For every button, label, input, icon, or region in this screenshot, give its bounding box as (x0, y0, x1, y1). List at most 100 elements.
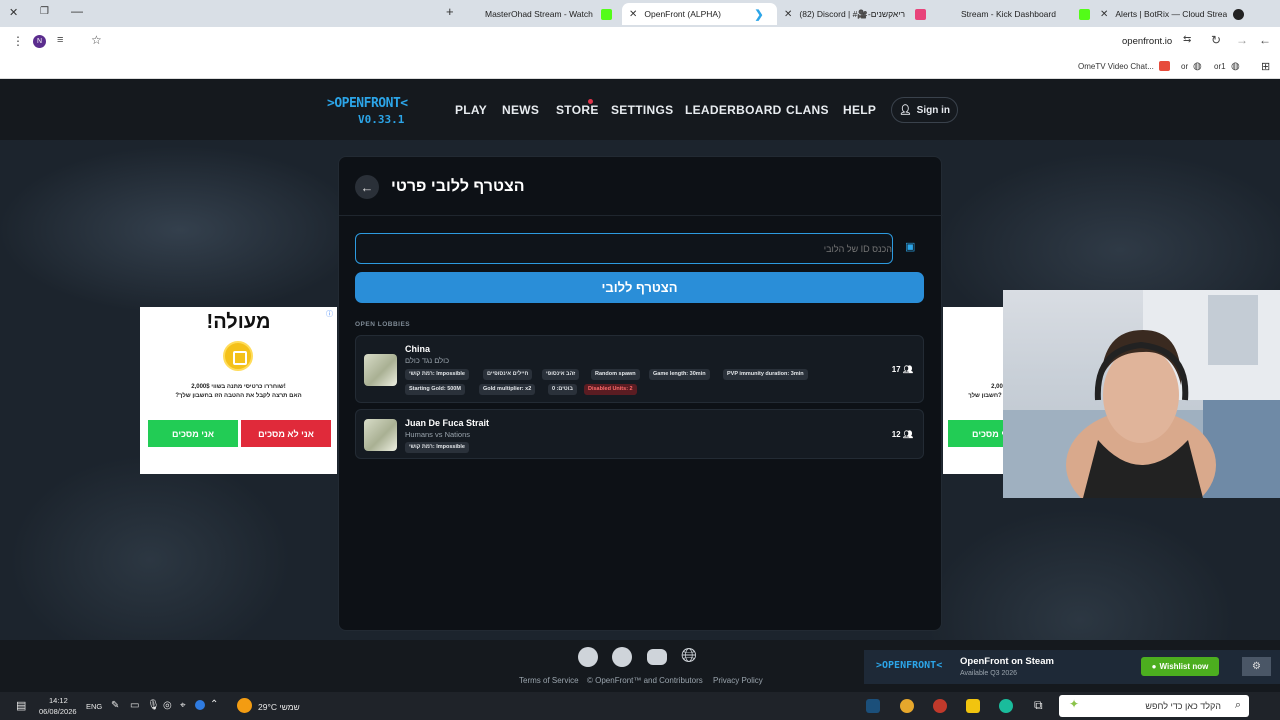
back-icon[interactable]: ← (1259, 33, 1271, 47)
nav-news[interactable]: NEWS (502, 103, 539, 117)
address-bar[interactable]: openfront.io (1122, 36, 1172, 47)
restore-window-icon[interactable]: ❐ (40, 6, 49, 17)
lobby-tag: Random spawn (591, 369, 640, 380)
app-tray-icon[interactable] (195, 700, 205, 710)
ad-disagree-button[interactable]: אני לא מסכים (241, 420, 331, 447)
player-count-value: 12 (891, 430, 901, 439)
left-ad-banner[interactable]: ⓘ !מעולה שוחררו כרטיסי מתנה בשווי 2,000$… (140, 307, 337, 474)
close-tab-icon[interactable]: ✕ (784, 9, 792, 20)
players-icon: 👥︎ (902, 430, 913, 439)
openfront-site: >OPENFRONT< V0.33.1 PLAY NEWS STORE SETT… (0, 80, 1280, 692)
close-tab-icon[interactable]: ✕ (629, 9, 637, 20)
terms-link[interactable]: Terms of Service (519, 676, 579, 685)
browser-toolbar: ⋮ N ≡ ☆ openfront.io ⇆ ↻ → ← (0, 27, 1280, 56)
file-explorer-taskbar-icon[interactable] (966, 699, 980, 713)
openfront-favicon-icon: ❯ (754, 8, 764, 21)
signin-button[interactable]: 👤︎ Sign in (891, 97, 958, 123)
new-tab-icon[interactable]: + (446, 4, 454, 19)
lobby-id-input[interactable] (355, 233, 893, 264)
ad-right-line2: חשבון שלך? (968, 393, 1002, 399)
bookmark-or[interactable]: or (1181, 62, 1188, 71)
nav-clans[interactable]: CLANS (786, 103, 829, 117)
wishlist-label: Wishlist now (1159, 662, 1209, 671)
nav-store[interactable]: STORE (556, 103, 599, 117)
nav-help[interactable]: HELP (843, 103, 876, 117)
nav-settings[interactable]: SETTINGS (611, 103, 673, 117)
obs-taskbar-icon[interactable] (933, 699, 947, 713)
clock-date[interactable]: 06/08/2026 (39, 707, 77, 716)
tab-openfront[interactable]: ✕ OpenFront (ALPHA) ❯ (622, 3, 777, 25)
nav-play[interactable]: PLAY (455, 103, 487, 117)
notifications-icon[interactable]: ▤ (16, 699, 26, 712)
privacy-link[interactable]: Privacy Policy (713, 676, 763, 685)
reload-icon[interactable]: ↻ (1211, 33, 1221, 47)
tab-kick-dashboard[interactable]: Stream - Kick Dashboard (942, 3, 1092, 25)
nav-leaderboard[interactable]: LEADERBOARD (685, 103, 782, 117)
github-icon[interactable] (578, 647, 598, 667)
ad-agree-button[interactable]: אני מסכים (148, 420, 238, 447)
join-lobby-button[interactable]: הצטרף ללובי (355, 272, 924, 303)
lobby-card-china[interactable]: China כולם נגד כולם רמת קושי: Impossible… (355, 335, 924, 403)
back-arrow-icon[interactable]: ← (355, 175, 379, 199)
ad-line2: ?האם תרצה לקבל את ההטבה הזו בחשבון שלך (175, 393, 302, 399)
tab-title: OpenFront (ALPHA) (644, 9, 721, 19)
steam-taskbar-icon[interactable] (866, 699, 880, 713)
language-indicator[interactable]: ENG (86, 702, 102, 711)
kick-favicon-icon (1079, 8, 1090, 20)
close-tab-icon[interactable]: ✕ (1100, 9, 1108, 20)
discord-icon[interactable] (647, 649, 667, 665)
botrix-favicon-icon (1233, 8, 1245, 20)
player-count: 17 👥︎ (892, 365, 913, 374)
lobby-tag: Gold multiplier: x2 (479, 384, 536, 395)
signin-label: Sign in (916, 104, 951, 116)
task-view-icon[interactable]: ⧉ (1034, 698, 1043, 713)
display-icon[interactable]: ▭ (130, 700, 139, 711)
reddit-icon[interactable] (612, 647, 632, 667)
tab-search-icon[interactable]: ≡ (57, 34, 63, 46)
wishlist-button[interactable]: ● Wishlist now (1141, 657, 1219, 676)
bookmark-star-icon[interactable]: ☆ (91, 33, 102, 47)
forward-icon[interactable]: → (1236, 33, 1248, 47)
tab-masterohad[interactable]: MasterOhad Stream - Watch Li (466, 3, 616, 25)
steam-banner-title: OpenFront on Steam (960, 656, 1054, 667)
taskbar-search-box[interactable]: ✦ הקלד כאן כדי לחפש ⌕ (1059, 695, 1249, 717)
player-count: 12 👥︎ (892, 430, 913, 439)
banner-settings-icon[interactable]: ⚙ (1242, 657, 1271, 676)
camera-icon[interactable]: ◎ (163, 700, 172, 711)
steam-banner-subtitle: Available Q3 2026 (960, 670, 1018, 677)
clock-time[interactable]: 14:12 (49, 696, 68, 705)
player-count-value: 17 (891, 365, 901, 374)
menu-kebab-icon[interactable]: ⋮ (12, 34, 24, 48)
lobby-tag: חיילים אינסופיים (483, 369, 533, 380)
lobby-mode: Humans vs Nations (405, 430, 471, 439)
site-settings-icon[interactable]: ⇆ (1183, 34, 1191, 45)
profile-avatar[interactable]: N (33, 35, 46, 48)
microphone-icon[interactable]: 🎙︎ (147, 700, 160, 711)
tab-title: Alerts | BotRix — Cloud Stream (1115, 9, 1228, 19)
discord-favicon-icon (915, 8, 927, 20)
pen-icon[interactable]: ✎ (111, 700, 119, 711)
chrome-taskbar-icon[interactable] (900, 699, 914, 713)
edge-taskbar-icon[interactable] (999, 699, 1013, 713)
search-icon: ⌕ (1234, 699, 1241, 711)
coin-icon (223, 341, 253, 371)
bookmark-ometv[interactable]: OmeTV Video Chat... (1078, 62, 1154, 71)
tab-botrix[interactable]: ✕ Alerts | BotRix — Cloud Stream (1100, 3, 1250, 25)
website-globe-icon[interactable]: 🌐︎ (681, 645, 697, 668)
paste-clipboard-icon[interactable]: ▣ (905, 240, 915, 253)
minimize-window-icon[interactable]: — (71, 4, 83, 18)
all-bookmarks-icon[interactable]: ⊞ (1261, 60, 1270, 73)
bookmarks-bar: OmeTV Video Chat... or ◍ or1 ◍ ⊞ (0, 56, 1280, 79)
site-navbar: >OPENFRONT< V0.33.1 PLAY NEWS STORE SETT… (0, 80, 1280, 140)
network-icon[interactable]: ⌖ (180, 700, 186, 711)
show-hidden-icons-chevron-icon[interactable]: ⌃ (210, 699, 218, 710)
steam-banner[interactable]: >OPENFRONT< OpenFront on Steam Available… (864, 650, 1280, 684)
lobby-card-juan-de-fuca[interactable]: Juan De Fuca Strait Humans vs Nations רמ… (355, 409, 924, 459)
site-logo[interactable]: >OPENFRONT< (327, 96, 408, 111)
close-window-icon[interactable]: ✕ (9, 6, 18, 19)
ad-line1: שוחררו כרטיסי מתנה בשווי 2,000$! (191, 384, 286, 390)
modal-title: הצטרף ללובי פרטי (391, 178, 525, 195)
weather-text[interactable]: 29°C שמשי (258, 702, 300, 712)
bookmark-or1[interactable]: or1 (1214, 62, 1226, 71)
tab-discord[interactable]: ✕ (82) Discord | #🎥-ריאקשנים (784, 3, 936, 25)
